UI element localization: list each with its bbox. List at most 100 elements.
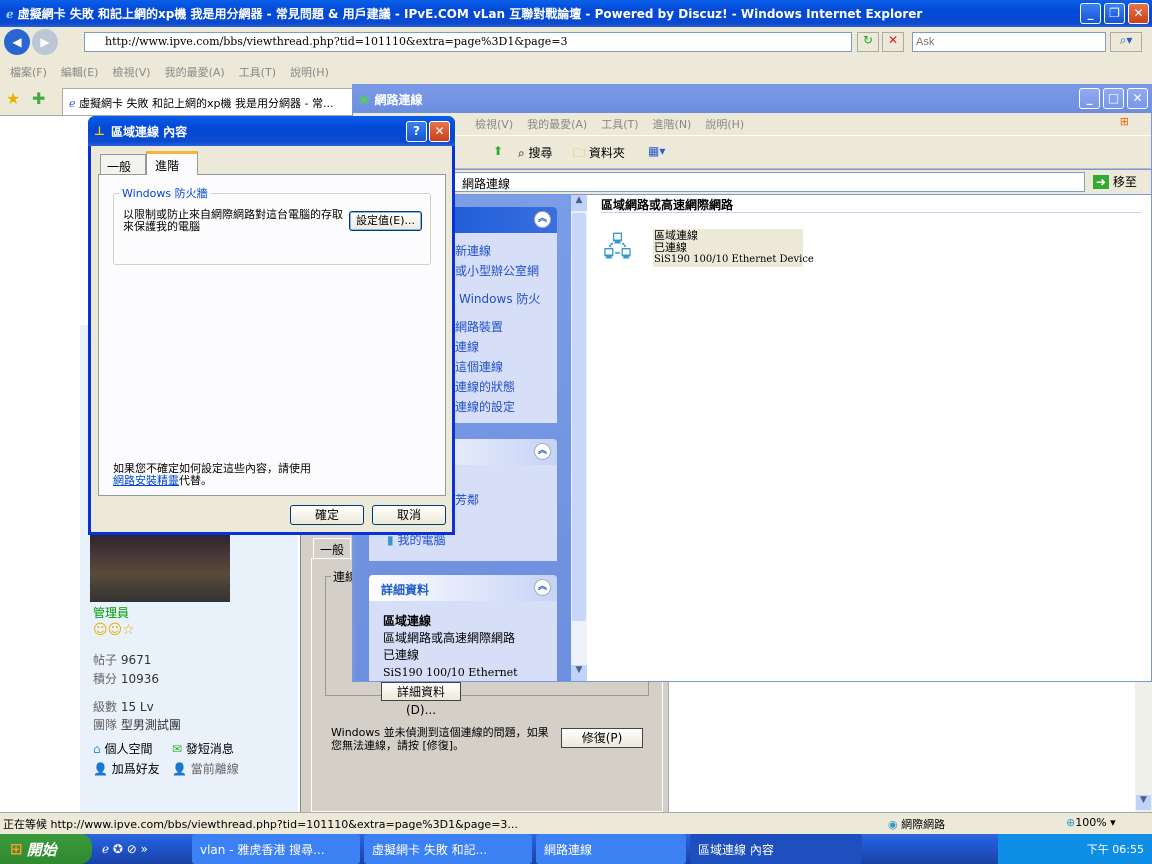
- menu-tools[interactable]: 工具(T): [239, 66, 276, 79]
- details-device: SiS190 100/10 Ethernet Device: [383, 666, 518, 679]
- folders-toolbar-button[interactable]: 🗀 資料夾: [573, 144, 625, 165]
- settings-button[interactable]: 設定值(E)...: [349, 211, 422, 231]
- address-input[interactable]: 網路連線: [353, 172, 1085, 192]
- back-button[interactable]: ◀: [4, 29, 30, 55]
- system-tray: 下午 06:55: [998, 834, 1152, 864]
- ie-title: 虛擬網卡 失敗 和記上網的xp機 我是用分網器 - 常見問題 & 用戶建議 - …: [17, 7, 923, 21]
- group-header: 區域網路或高速網際網路: [601, 195, 1141, 213]
- refresh-button[interactable]: ↻: [857, 32, 879, 52]
- level-value: 15 Lv: [120, 700, 154, 714]
- tab-advanced[interactable]: 進階: [146, 151, 198, 175]
- offline-icon: 👤: [172, 762, 187, 776]
- status-text: 正在等候 http://www.ipve.com/bbs/viewthread.…: [3, 818, 518, 831]
- message-icon: ✉: [172, 742, 183, 756]
- menu-favorites[interactable]: 我的最愛(A): [165, 66, 225, 79]
- my-computer-link[interactable]: 我的電腦: [397, 533, 445, 547]
- up-folder-icon[interactable]: ⬆: [493, 144, 503, 158]
- network-connections-window: ◉ 網路連線 _ □ ✕ 檢視(V) 我的最愛(A) 工具(T) 進階(N) 說明(H)…: [352, 84, 1152, 682]
- taskbar: ⊞ 開始 ℯ ✪ ⊘ » vlan - 雅虎香港 搜尋... 虛擬網卡 失敗 和記…: [0, 834, 1152, 864]
- details-button[interactable]: 詳細資料(D)...: [381, 682, 461, 717]
- zoom-control[interactable]: ⊕100% ▾: [1066, 816, 1116, 829]
- properties-dialog: ⊥ 區域連線 內容 ? ✕ 一般 進階 Windows 防火牆 以限制或防止來自…: [88, 116, 455, 535]
- firewall-description: 以限制或防止來自網際網路對這台電腦的存取來保護我的電腦: [123, 208, 343, 233]
- favorites-star-icon[interactable]: ★: [6, 89, 20, 108]
- minimize-button[interactable]: _: [1080, 3, 1101, 24]
- repair-text: Windows 並未偵測到這個連線的問題，如果您無法連線，請按 [修復]。: [331, 726, 549, 752]
- personal-space-link[interactable]: 個人空間: [104, 742, 152, 756]
- start-button[interactable]: ⊞ 開始: [0, 834, 92, 864]
- network-connection-icon: 🖧: [603, 233, 632, 263]
- maximize-button[interactable]: □: [1103, 88, 1124, 109]
- network-setup-wizard-link[interactable]: 網路安裝精靈: [113, 474, 179, 487]
- taskbar-item-properties[interactable]: 區域連線 內容: [690, 834, 862, 864]
- menu-view[interactable]: 檢視(V): [475, 118, 513, 131]
- menu-favorites[interactable]: 我的最愛(A): [527, 118, 587, 131]
- menu-file[interactable]: 檔案(F): [10, 66, 47, 79]
- local-area-connection-item[interactable]: 🖧 區域連線 已連線 SiS190 100/10 Ethernet Device: [603, 229, 814, 271]
- add-friend-link[interactable]: 加爲好友: [112, 762, 160, 776]
- browser-tab[interactable]: ℯ 虛擬網卡 失敗 和記上網的xp機 我是用分網器 - 常...: [62, 88, 362, 115]
- posts-label: 帖子: [93, 653, 118, 667]
- points-label: 積分: [93, 672, 118, 686]
- connections-list: 區域網路或高速網際網路 🖧 區域連線 已連線 SiS190 100/10 Eth…: [587, 195, 1151, 681]
- connection-status: 已連線: [654, 241, 687, 254]
- menu-help[interactable]: 說明(H): [705, 118, 744, 131]
- minimize-button[interactable]: _: [1079, 88, 1100, 109]
- team-value: 型男測試團: [120, 718, 181, 732]
- close-button[interactable]: ✕: [1127, 88, 1148, 109]
- menu-help[interactable]: 說明(H): [290, 66, 329, 79]
- menu-edit[interactable]: 編輯(E): [61, 66, 99, 79]
- views-icon[interactable]: ▦▾: [648, 144, 665, 158]
- windows-logo-icon: ⊞: [1119, 115, 1129, 128]
- hint-end: 代替。: [179, 474, 212, 487]
- add-favorite-icon[interactable]: ✚: [32, 89, 45, 108]
- dialog-title: 區域連線 內容: [110, 124, 188, 139]
- network-icon: ◉: [359, 92, 370, 106]
- details-type: 區域網路或高速網際網路: [383, 631, 516, 645]
- details-name: 區域連線: [383, 614, 432, 628]
- points-value: 10936: [120, 672, 160, 686]
- search-button[interactable]: ⌕▾: [1110, 32, 1142, 52]
- tab-general[interactable]: 一般: [313, 538, 352, 560]
- taskbar-item-vlan[interactable]: vlan - 雅虎香港 搜尋...: [192, 834, 360, 864]
- ok-button[interactable]: 確定: [290, 505, 364, 525]
- details-header: 詳細資料: [381, 583, 430, 597]
- page-scrollbar[interactable]: ▼: [1135, 680, 1152, 812]
- rank-icons: ☺☺☆: [93, 622, 135, 638]
- network-places-link[interactable]: 芳鄰: [455, 491, 479, 508]
- send-message-link[interactable]: 發短消息: [186, 742, 234, 756]
- ie-menu-bar: 檔案(F) 編輯(E) 檢視(V) 我的最愛(A) 工具(T) 說明(H): [10, 64, 343, 80]
- posts-value: 9671: [120, 653, 152, 667]
- menu-advanced[interactable]: 進階(N): [653, 118, 692, 131]
- address-text: 網路連線: [462, 177, 511, 191]
- menu-view[interactable]: 檢視(V): [112, 66, 150, 79]
- forward-button[interactable]: ▶: [32, 29, 58, 55]
- offline-status: 當前離線: [190, 762, 239, 776]
- taskbar-item-ie[interactable]: 虛擬網卡 失敗 和記...: [364, 834, 532, 864]
- zone-indicator: ◉ 網際網路: [888, 818, 946, 831]
- window-title: 網路連線: [374, 92, 423, 107]
- taskbar-item-network[interactable]: 網路連線: [536, 834, 686, 864]
- cancel-button[interactable]: 取消: [372, 505, 446, 525]
- tab-general[interactable]: 一般: [100, 154, 146, 174]
- task-pane-scrollbar[interactable]: ▲ ▼: [571, 195, 587, 681]
- restore-button[interactable]: ❐: [1104, 3, 1125, 24]
- stop-button[interactable]: ✕: [882, 32, 904, 52]
- clock[interactable]: 下午 06:55: [1087, 841, 1144, 857]
- close-button[interactable]: ✕: [1128, 3, 1149, 24]
- user-role: 管理員: [93, 606, 130, 620]
- address-input[interactable]: http://www.ipve.com/bbs/viewthread.php?t…: [84, 32, 852, 52]
- level-label: 級數: [93, 700, 118, 714]
- help-button[interactable]: ?: [406, 121, 427, 142]
- quick-launch[interactable]: ℯ ✪ ⊘ »: [92, 842, 192, 856]
- firewall-group-label: Windows 防火牆: [119, 185, 211, 201]
- go-button[interactable]: ➜ 移至: [1093, 173, 1137, 190]
- search-toolbar-button[interactable]: ⌕ 搜尋: [518, 144, 553, 161]
- team-label: 團隊: [93, 718, 118, 732]
- repair-button[interactable]: 修復(P): [561, 728, 643, 748]
- menu-tools[interactable]: 工具(T): [601, 118, 638, 131]
- avatar: [90, 530, 230, 602]
- search-input[interactable]: [912, 32, 1106, 52]
- close-button[interactable]: ✕: [429, 121, 450, 142]
- my-computer-icon: ▮: [387, 533, 394, 547]
